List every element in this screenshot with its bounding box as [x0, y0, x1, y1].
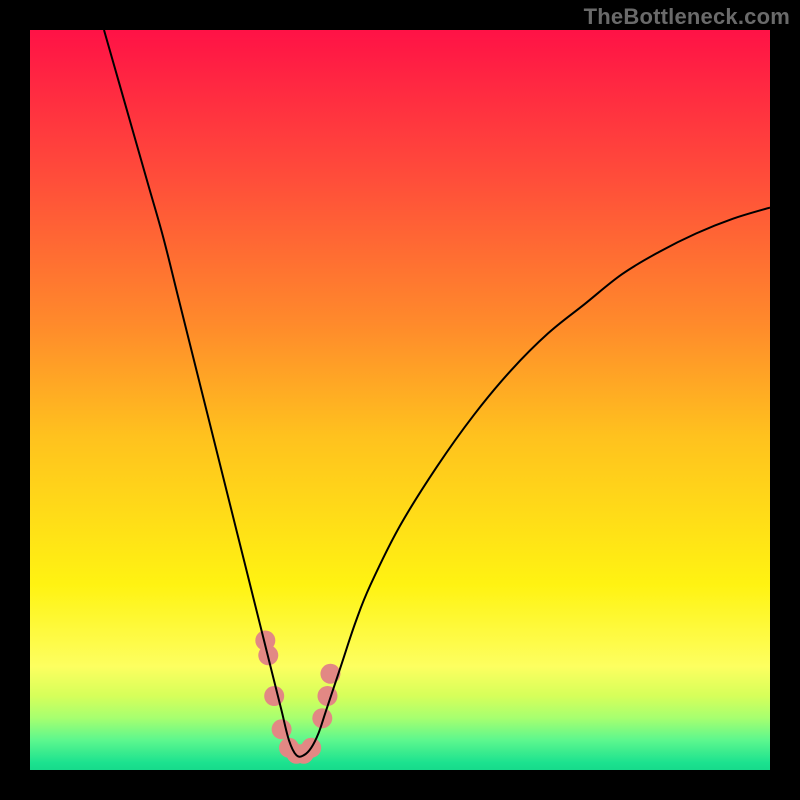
chart-frame: TheBottleneck.com — [0, 0, 800, 800]
watermark-text: TheBottleneck.com — [584, 4, 790, 30]
plot-area — [30, 30, 770, 770]
background-gradient — [30, 30, 770, 770]
